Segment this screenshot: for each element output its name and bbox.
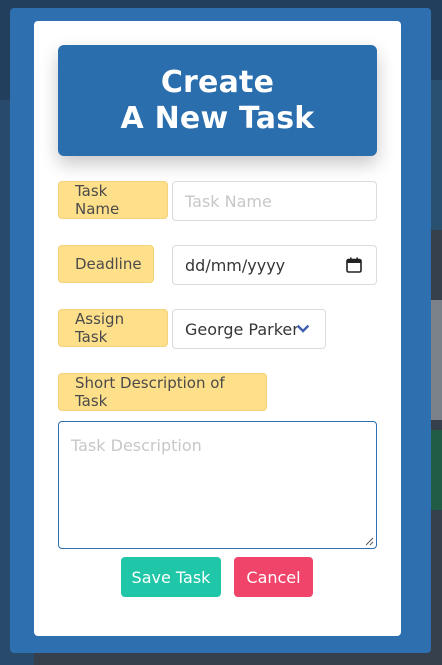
- description-placeholder: Task Description: [71, 436, 202, 455]
- deadline-placeholder: dd/mm/yyyy: [185, 255, 286, 275]
- modal-header: Create A New Task: [58, 45, 377, 156]
- task-name-placeholder: Task Name: [185, 191, 272, 211]
- chevron-down-icon: [297, 324, 309, 333]
- save-task-button[interactable]: Save Task: [121, 557, 221, 597]
- calendar-icon[interactable]: [346, 257, 362, 273]
- deadline-date-input[interactable]: dd/mm/yyyy: [172, 245, 377, 285]
- cancel-button[interactable]: Cancel: [234, 557, 313, 597]
- create-task-modal: Create A New Task Task Name Task Name De…: [34, 21, 401, 636]
- description-label: Short Description of Task: [58, 373, 267, 411]
- assign-task-selected: George Parker: [185, 319, 299, 339]
- task-name-input[interactable]: Task Name: [172, 181, 377, 221]
- modal-title-line2: A New Task: [120, 100, 315, 136]
- modal-title-line1: Create: [160, 64, 275, 100]
- task-name-label: Task Name: [58, 181, 168, 219]
- assign-task-select[interactable]: George Parker: [172, 309, 326, 349]
- task-description-textarea[interactable]: Task Description: [58, 421, 377, 549]
- resize-handle-icon[interactable]: [364, 536, 374, 546]
- assign-task-label: Assign Task: [58, 309, 168, 347]
- deadline-label: Deadline: [58, 245, 154, 283]
